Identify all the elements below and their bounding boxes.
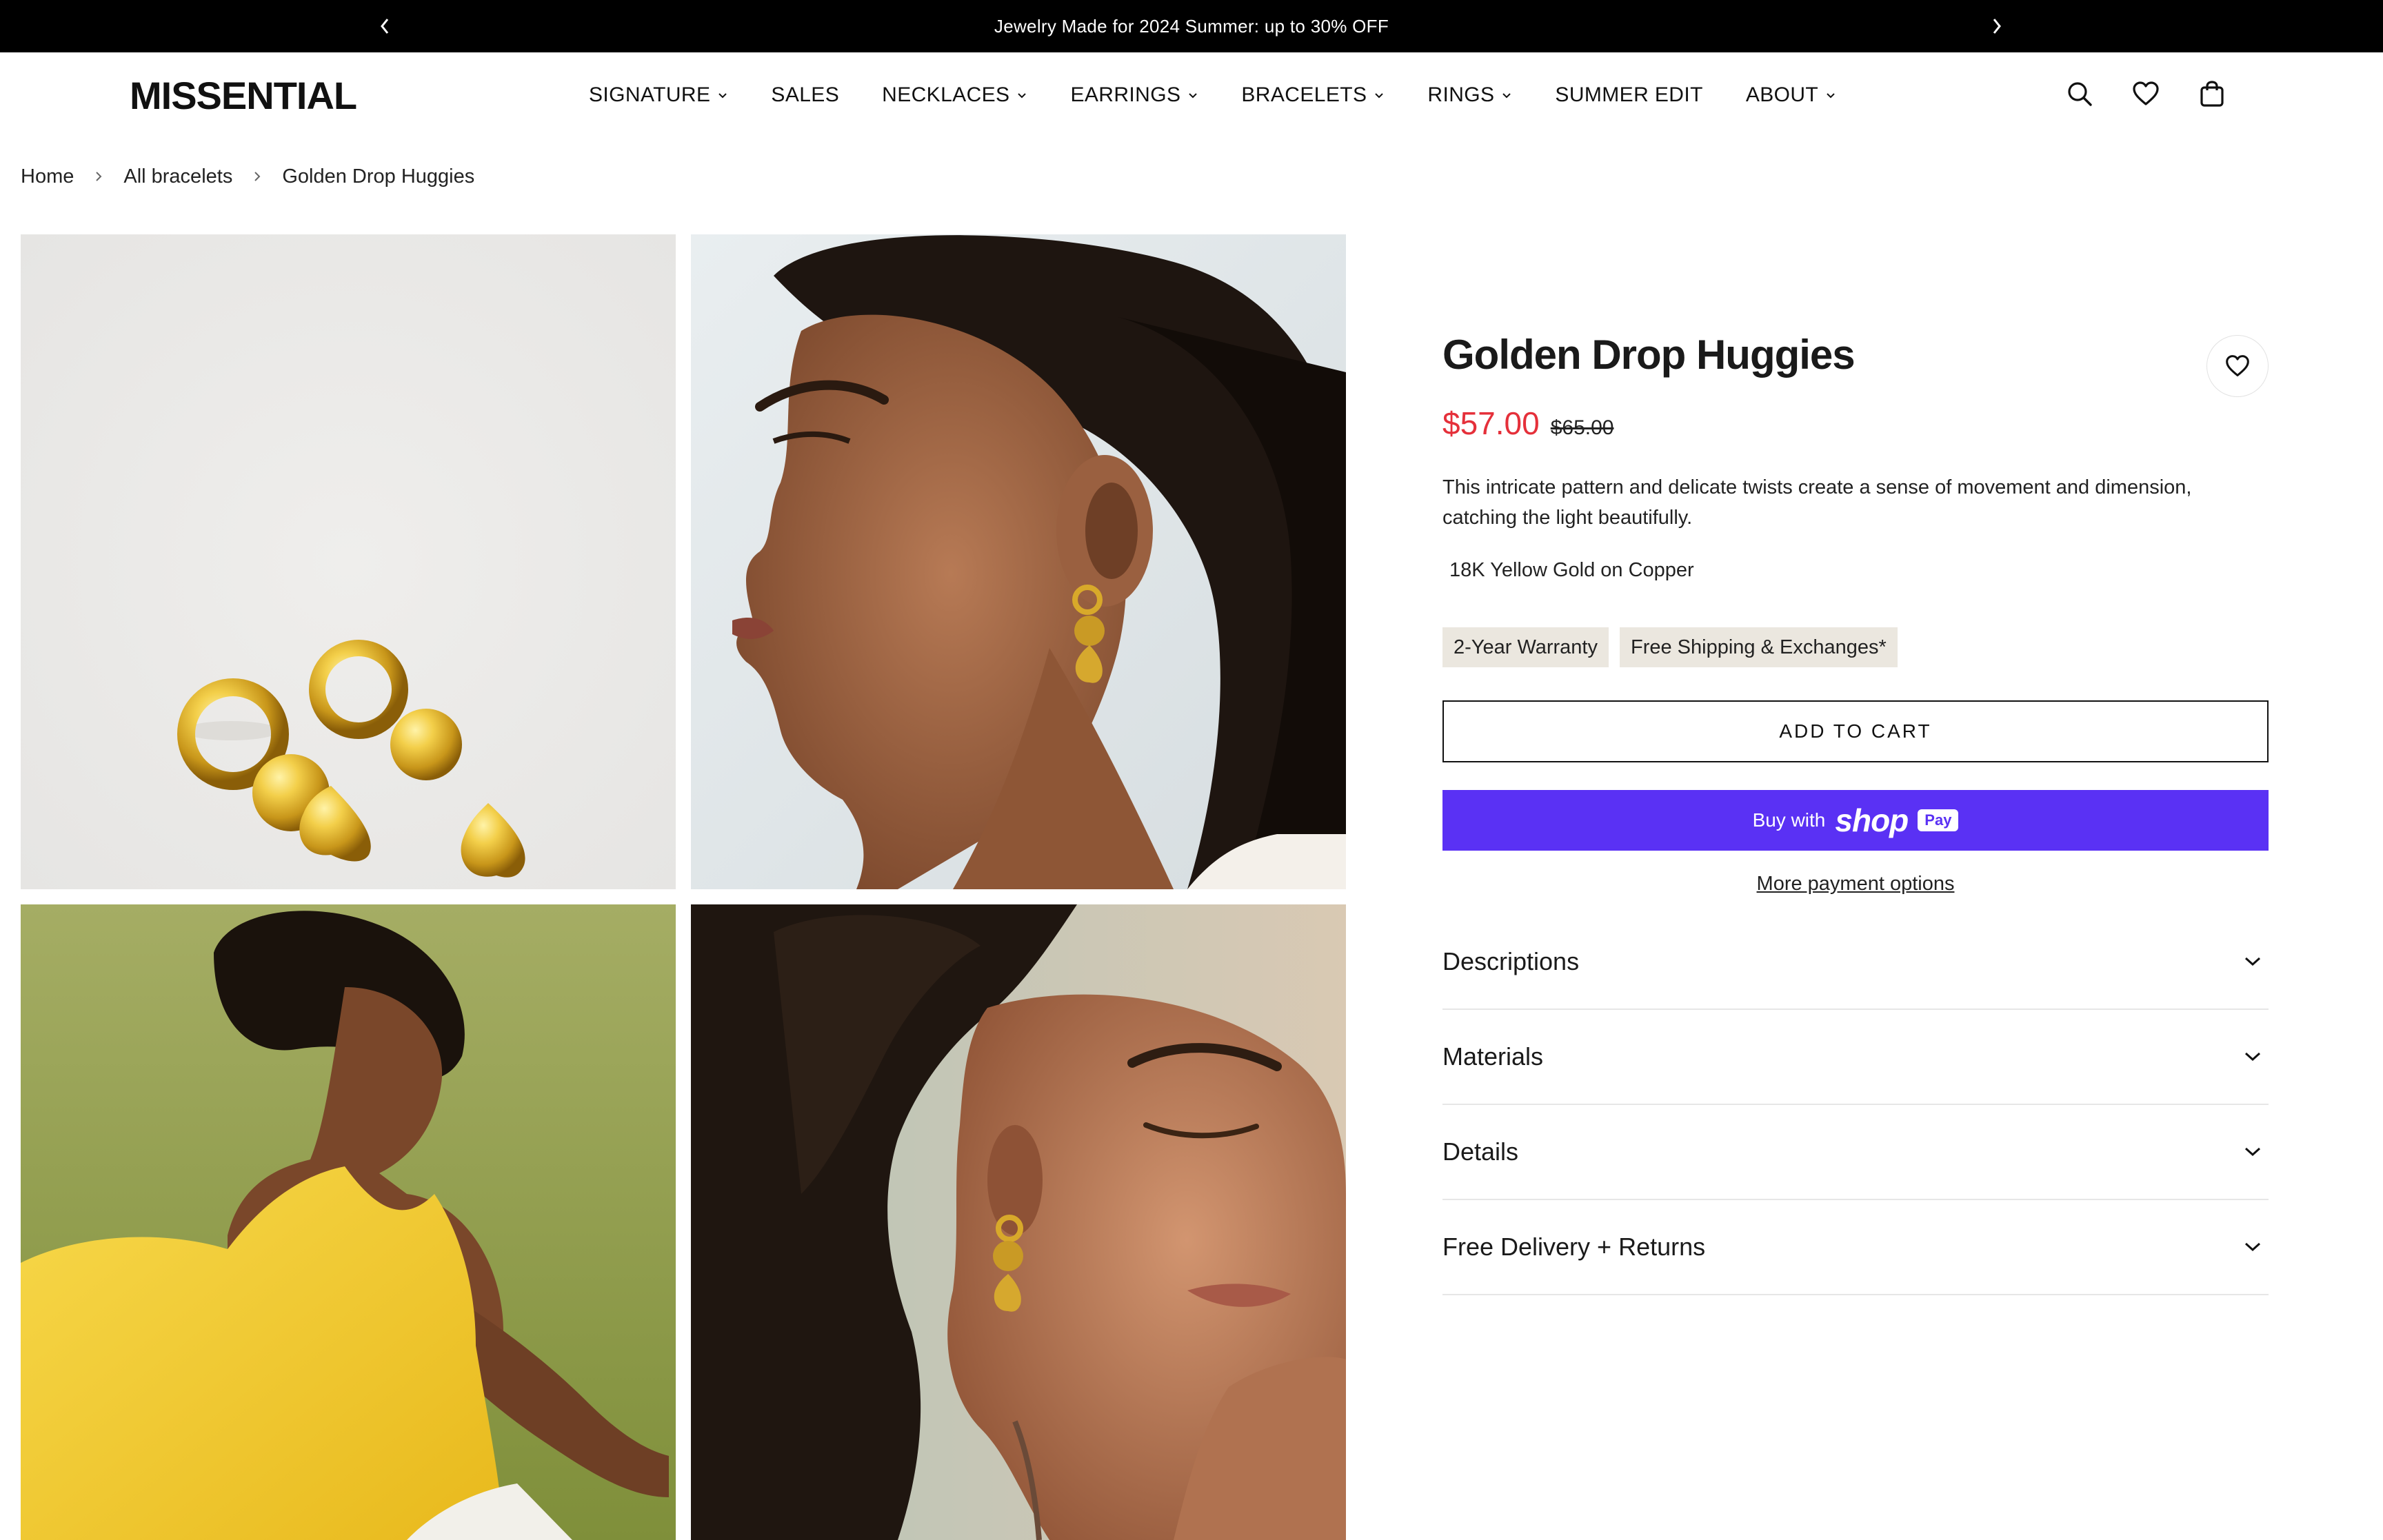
- chevron-right-icon: [1993, 19, 2001, 34]
- nav-item-label: SALES: [771, 83, 840, 106]
- add-to-cart-button[interactable]: ADD TO CART: [1442, 700, 2269, 762]
- announcement-prev-arrow[interactable]: [371, 12, 399, 40]
- nav-item-label: NECKLACES: [882, 83, 1010, 106]
- accordion-label: Details: [1442, 1137, 1519, 1166]
- product-accordion: Descriptions Materials Details Free Deli…: [1442, 915, 2269, 1295]
- main-nav: SIGNATURE SALES NECKLACES EARRINGS BRACE…: [589, 81, 1836, 109]
- compare-at-price: $65.00: [1550, 416, 1614, 439]
- accordion-label: Descriptions: [1442, 947, 1580, 975]
- badge-warranty: 2-Year Warranty: [1442, 627, 1609, 667]
- chevron-down-icon: [2244, 1242, 2261, 1252]
- nav-item-sales[interactable]: SALES: [771, 83, 839, 107]
- breadcrumb-current: Golden Drop Huggies: [282, 165, 475, 188]
- header-actions: [2063, 77, 2229, 110]
- chevron-down-icon: [2244, 1052, 2261, 1062]
- nav-item-signature[interactable]: SIGNATURE: [589, 83, 728, 107]
- site-header: MISSENTIAL SIGNATURE SALES NECKLACES EAR…: [0, 52, 2383, 138]
- product-image-model-closeup[interactable]: [691, 904, 1346, 1540]
- nav-item-label: BRACELETS: [1241, 83, 1367, 106]
- nav-item-label: SUMMER EDIT: [1555, 83, 1703, 106]
- accordion-label: Materials: [1442, 1042, 1544, 1071]
- announcement-next-arrow[interactable]: [1983, 12, 2011, 40]
- accordion-free-delivery-returns[interactable]: Free Delivery + Returns: [1442, 1200, 2269, 1295]
- chevron-left-icon: [381, 19, 389, 34]
- search-icon: [2068, 82, 2092, 106]
- badge-free-shipping: Free Shipping & Exchanges*: [1620, 627, 1898, 667]
- shop-pay-button[interactable]: Buy with shop Pay: [1442, 790, 2269, 851]
- product-image-model-yellow-dress[interactable]: [21, 904, 676, 1540]
- heart-icon: [2133, 81, 2159, 105]
- brand-logo[interactable]: MISSENTIAL: [130, 73, 357, 118]
- announcement-text: Jewelry Made for 2024 Summer: up to 30% …: [994, 15, 1389, 37]
- nav-item-label: ABOUT: [1745, 83, 1819, 106]
- sale-price: $57.00: [1442, 405, 1540, 441]
- nav-item-earrings[interactable]: EARRINGS: [1070, 83, 1198, 107]
- shop-pay-badge: Pay: [1918, 809, 1959, 831]
- chevron-down-icon: [2244, 1147, 2261, 1157]
- search-button[interactable]: [2063, 77, 2096, 110]
- product-title: Golden Drop Huggies: [1442, 332, 1856, 378]
- nav-item-bracelets[interactable]: BRACELETS: [1241, 83, 1385, 107]
- chevron-down-icon: [1502, 93, 1511, 99]
- chevron-down-icon: [718, 93, 727, 99]
- chevron-right-icon: [94, 170, 103, 183]
- product-material: 18K Yellow Gold on Copper: [1449, 559, 1694, 581]
- nav-item-necklaces[interactable]: NECKLACES: [882, 83, 1027, 107]
- chevron-right-icon: [253, 170, 261, 183]
- heart-icon: [2226, 355, 2249, 377]
- breadcrumb-all-bracelets[interactable]: All bracelets: [123, 165, 232, 188]
- wishlist-button[interactable]: [2129, 77, 2162, 110]
- chevron-down-icon: [1189, 93, 1198, 99]
- product-badges: 2-Year Warranty Free Shipping & Exchange…: [1442, 627, 2269, 667]
- cart-button[interactable]: [2195, 77, 2229, 110]
- breadcrumb-home[interactable]: Home: [21, 165, 74, 188]
- chevron-down-icon: [1018, 93, 1027, 99]
- product-description: This intricate pattern and delicate twis…: [1442, 476, 2192, 529]
- accordion-descriptions[interactable]: Descriptions: [1442, 915, 2269, 1010]
- shop-pay-buy-with: Buy with: [1752, 809, 1826, 831]
- price-row: $57.00 $65.00: [1442, 405, 2269, 442]
- nav-item-label: SIGNATURE: [589, 83, 711, 106]
- chevron-down-icon: [1375, 93, 1384, 99]
- accordion-materials[interactable]: Materials: [1442, 1010, 2269, 1105]
- chevron-down-icon: [2244, 957, 2261, 966]
- product-image-model-profile[interactable]: [691, 234, 1346, 889]
- nav-item-summer-edit[interactable]: SUMMER EDIT: [1555, 83, 1702, 107]
- breadcrumb: Home All bracelets Golden Drop Huggies: [21, 163, 474, 190]
- announcement-bar: Jewelry Made for 2024 Summer: up to 30% …: [0, 0, 2383, 52]
- nav-item-label: RINGS: [1427, 83, 1495, 106]
- shop-pay-logo: shop: [1835, 802, 1909, 838]
- product-info: Golden Drop Huggies $57.00 $65.00 This i…: [1442, 331, 2269, 1295]
- nav-item-label: EARRINGS: [1070, 83, 1181, 106]
- bag-icon: [2200, 81, 2224, 107]
- nav-item-about[interactable]: ABOUT: [1746, 83, 1836, 107]
- accordion-details[interactable]: Details: [1442, 1105, 2269, 1200]
- accordion-label: Free Delivery + Returns: [1442, 1233, 1706, 1261]
- chevron-down-icon: [1827, 93, 1835, 99]
- add-to-wishlist-button[interactable]: [2206, 335, 2269, 397]
- more-payment-options-link[interactable]: More payment options: [1442, 873, 2269, 895]
- product-image-earrings[interactable]: [21, 234, 676, 889]
- nav-item-rings[interactable]: RINGS: [1427, 83, 1512, 107]
